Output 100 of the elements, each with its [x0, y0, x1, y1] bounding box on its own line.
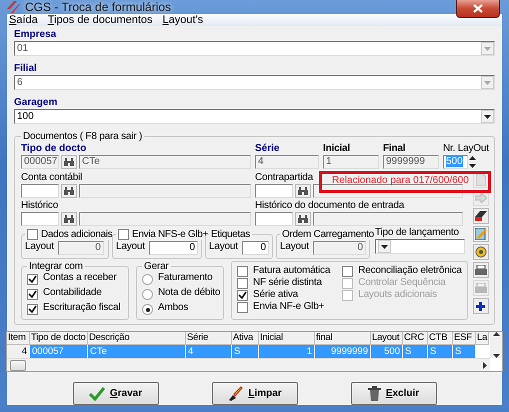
- end-field[interactable]: 9999999: [383, 155, 439, 169]
- dropdown-field[interactable]: 100: [14, 109, 495, 124]
- save-button[interactable]: Gravar: [72, 382, 158, 405]
- column-header[interactable]: Ativa: [232, 332, 259, 345]
- dropdown-field[interactable]: [375, 239, 465, 254]
- description-field[interactable]: [313, 212, 463, 226]
- checkbox-label: Envia NF-e Glb+: [253, 301, 324, 313]
- radio-label: Ambos: [158, 302, 188, 314]
- checkbox[interactable]: [27, 274, 38, 285]
- column-header[interactable]: Descrição: [88, 332, 186, 345]
- group-title: Etiquetas: [210, 229, 251, 240]
- start-field[interactable]: 1: [323, 155, 379, 169]
- eraser-icon: [474, 211, 487, 221]
- code-field[interactable]: [255, 184, 293, 198]
- toolbar-button[interactable]: [472, 298, 489, 314]
- layout-field[interactable]: 0: [242, 241, 269, 255]
- lookup-button[interactable]: [61, 155, 77, 169]
- field-label: Filial: [14, 62, 37, 75]
- scroll-down-icon[interactable]: [492, 354, 500, 358]
- field-label: Tipo de docto: [21, 142, 86, 155]
- radio-label: Nota de débito: [158, 287, 220, 299]
- description-field[interactable]: [79, 184, 251, 198]
- column-header[interactable]: Layout: [371, 332, 403, 345]
- table-cell: 000057: [30, 345, 88, 358]
- checkbox[interactable]: [118, 229, 129, 240]
- menu-item[interactable]: Tipos de documentos: [48, 14, 153, 26]
- table-cell: 1: [259, 345, 315, 358]
- checkbox[interactable]: [237, 278, 248, 288]
- scroll-right-icon[interactable]: [483, 362, 487, 368]
- checkbox[interactable]: [27, 289, 38, 300]
- group-title: Envia NFS-e Glb+: [116, 229, 210, 240]
- code-field[interactable]: [21, 212, 59, 226]
- menu-item[interactable]: Layout's: [162, 14, 204, 26]
- close-button[interactable]: [456, 0, 500, 18]
- column-header[interactable]: ESF: [453, 332, 476, 345]
- table-cell: 500: [371, 345, 403, 358]
- table-cell: 4: [7, 345, 30, 358]
- table-cell: S: [428, 345, 453, 358]
- group-title: Ordem Carregamento: [281, 229, 375, 240]
- radio-button[interactable]: [142, 304, 153, 315]
- checkbox[interactable]: [27, 304, 38, 315]
- checkbox-label: Contabilidade: [43, 287, 102, 299]
- printer-icon: [474, 282, 487, 294]
- column-header[interactable]: CTB: [428, 332, 453, 345]
- series-field[interactable]: 4: [255, 155, 319, 169]
- checkbox[interactable]: [237, 302, 248, 312]
- field-label: Série: [255, 142, 280, 155]
- toolbar-button[interactable]: [472, 244, 489, 260]
- code-field[interactable]: 000057: [21, 155, 59, 169]
- column-header[interactable]: final: [315, 332, 371, 345]
- binoculars-icon: [298, 187, 308, 195]
- column-header[interactable]: Tipo de docto: [30, 332, 88, 345]
- code-field[interactable]: [255, 212, 293, 226]
- printer-icon: [474, 264, 487, 276]
- column-header[interactable]: Inicial: [259, 332, 315, 345]
- description-field[interactable]: [79, 212, 251, 226]
- checkbox-label: Controlar Sequência: [358, 277, 446, 289]
- checkbox-label: Reconciliação eletrônica: [358, 265, 462, 277]
- relation-tooltip: Relacionado para 017/600/600: [319, 171, 491, 193]
- lookup-button[interactable]: [295, 212, 311, 226]
- toolbar-button[interactable]: [472, 208, 489, 224]
- radio-button[interactable]: [142, 274, 153, 285]
- table-cell: 9999999: [315, 345, 371, 358]
- checkbox[interactable]: [342, 266, 354, 276]
- column-header[interactable]: Série: [186, 332, 232, 345]
- column-header[interactable]: CRC: [403, 332, 428, 345]
- binoculars-icon: [298, 215, 308, 223]
- field-label: Contrapartida: [255, 172, 313, 184]
- delete-button[interactable]: Excluir: [350, 382, 436, 405]
- caret-icon: [484, 80, 491, 84]
- toolbar-button[interactable]: [472, 262, 489, 278]
- binoculars-icon: [64, 215, 74, 223]
- vertical-scrollbar[interactable]: [490, 332, 502, 358]
- scroll-up-icon[interactable]: [492, 332, 500, 336]
- column-header[interactable]: Item: [7, 332, 30, 345]
- group-title: Dados adicionais: [25, 229, 114, 240]
- field-label: Histórico do documento de entrada: [255, 200, 404, 212]
- field-label: Empresa: [14, 28, 56, 41]
- caret-icon: [484, 114, 491, 118]
- group-title: Integrar com: [28, 261, 84, 272]
- scroll-thumb[interactable]: [10, 360, 26, 370]
- lookup-button[interactable]: [61, 212, 77, 226]
- checkbox-label: Fatura automática: [253, 265, 330, 277]
- checkbox[interactable]: [237, 266, 248, 276]
- field-label: Garagem: [14, 96, 58, 109]
- clear-button[interactable]: Limpar: [212, 382, 298, 405]
- lookup-button[interactable]: [61, 184, 77, 198]
- horizontal-scrollbar[interactable]: [7, 358, 490, 371]
- radio-button[interactable]: [142, 289, 153, 300]
- menu-item[interactable]: Saída: [9, 14, 38, 26]
- layout-field[interactable]: 0: [148, 241, 198, 255]
- edit-icon: [474, 228, 487, 240]
- lookup-button[interactable]: [295, 184, 311, 198]
- toolbar-button[interactable]: [472, 226, 489, 242]
- code-field[interactable]: [21, 184, 59, 198]
- column-header[interactable]: La: [476, 332, 489, 345]
- description-field[interactable]: CTe: [79, 155, 251, 169]
- binoculars-icon: [64, 158, 74, 166]
- checkbox-label: NF série distinta: [253, 277, 322, 289]
- checkbox[interactable]: [237, 290, 248, 300]
